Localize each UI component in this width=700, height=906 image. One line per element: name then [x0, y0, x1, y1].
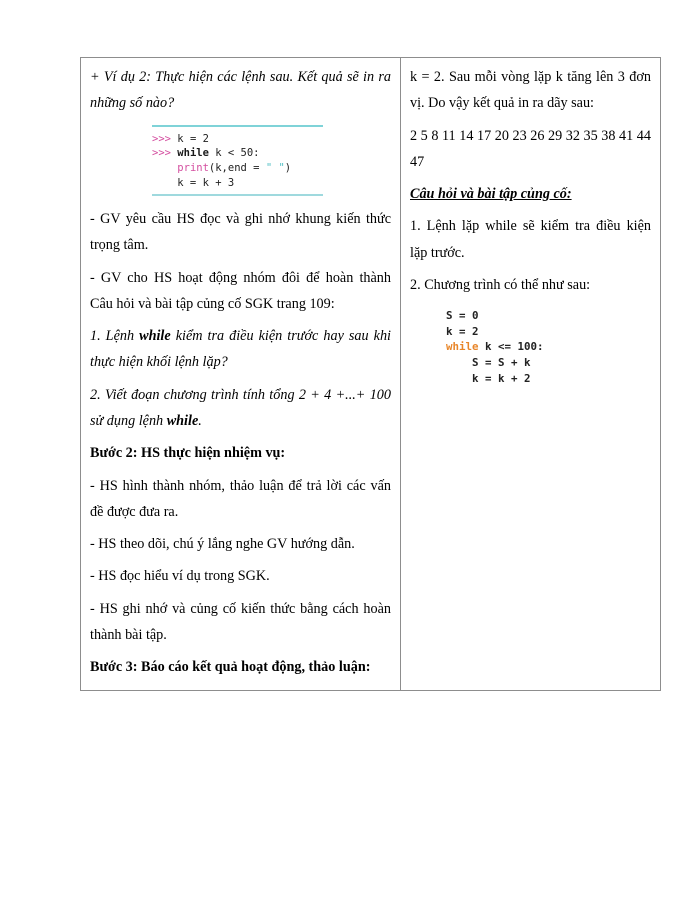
code-token: while	[177, 147, 209, 160]
code-token: S = 0	[446, 309, 479, 323]
table-row: + Ví dụ 2: Thực hiện các lệnh sau. Kết q…	[80, 56, 661, 692]
step-2-item-3: - HS đọc hiểu ví dụ trong SGK.	[90, 568, 270, 585]
answer-number-sequence: 2 5 8 11 14 17 20 23 26 29 32 35 38 41 4…	[410, 127, 651, 170]
code-token: (k,end =	[208, 162, 266, 175]
question-2-before: 2. Viết đoạn chương trình tính tổng 2 + …	[90, 386, 391, 430]
code-token: S = S + k	[446, 356, 531, 370]
question-1-keyword: while	[139, 328, 171, 345]
code-token: k = 2	[177, 132, 209, 145]
question-2-after: .	[198, 413, 202, 430]
code-block-solution: S = 0 k = 2 while k <= 100: S = S + k k …	[446, 308, 651, 386]
code-token: while	[446, 340, 479, 354]
code-token: k = k + 2	[446, 371, 531, 385]
answer-1: 1. Lệnh lặp while sẽ kiểm tra điều kiện …	[410, 218, 651, 261]
example-heading-prefix: + Ví dụ 2:	[90, 69, 151, 85]
code-token: print	[177, 162, 209, 175]
example-heading: + Ví dụ 2: Thực hiện các lệnh sau. Kết q…	[90, 64, 391, 117]
answer-explanation: k = 2. Sau mỗi vòng lặp k tăng lên 3 đơn…	[410, 69, 651, 112]
table-cell-expected-product: k = 2. Sau mỗi vòng lặp k tăng lên 3 đơn…	[400, 56, 661, 692]
code-token: k = 2	[446, 324, 479, 338]
code-token: " "	[265, 162, 285, 175]
exercise-heading: Câu hỏi và bài tập củng cố:	[410, 186, 572, 203]
step-2-item-2: - HS theo dõi, chú ý lắng nghe GV hướng …	[90, 536, 355, 553]
question-1-before: 1. Lệnh	[90, 328, 140, 345]
step-3-heading: Bước 3: Báo cáo kết quả hoạt động, thảo …	[90, 659, 371, 676]
code-token: >>>	[152, 132, 178, 145]
code-token: >>>	[152, 147, 178, 160]
code-block-example: >>> k = 2 >>> while k < 50: print(k,end …	[152, 124, 323, 197]
lesson-plan-table: + Ví dụ 2: Thực hiện các lệnh sau. Kết q…	[80, 56, 661, 692]
document-page: + Ví dụ 2: Thực hiện các lệnh sau. Kết q…	[0, 0, 700, 906]
question-2: 2. Viết đoạn chương trình tính tổng 2 + …	[90, 382, 391, 435]
step-2-item-1: - HS hình thành nhóm, thảo luận để trả l…	[90, 477, 391, 520]
question-1: 1. Lệnh while kiểm tra điều kiện trước h…	[90, 323, 391, 376]
code-token: k <= 100:	[478, 340, 544, 354]
answer-2: 2. Chương trình có thể như sau:	[410, 276, 591, 293]
teacher-instruction-2: - GV cho HS hoạt động nhóm đôi để hoàn t…	[90, 269, 391, 312]
table-cell-teacher-activity: + Ví dụ 2: Thực hiện các lệnh sau. Kết q…	[80, 56, 401, 692]
code-token: )	[284, 162, 292, 175]
step-2-item-4: - HS ghi nhớ và củng cố kiến thức bằng c…	[90, 600, 391, 643]
question-2-keyword: while	[166, 413, 199, 430]
teacher-instruction-1: - GV yêu cầu HS đọc và ghi nhớ khung kiế…	[90, 211, 391, 254]
step-2-heading: Bước 2: HS thực hiện nhiệm vụ:	[90, 445, 286, 462]
code-token: k < 50:	[208, 147, 260, 160]
code-token: k = k + 3	[152, 177, 235, 190]
